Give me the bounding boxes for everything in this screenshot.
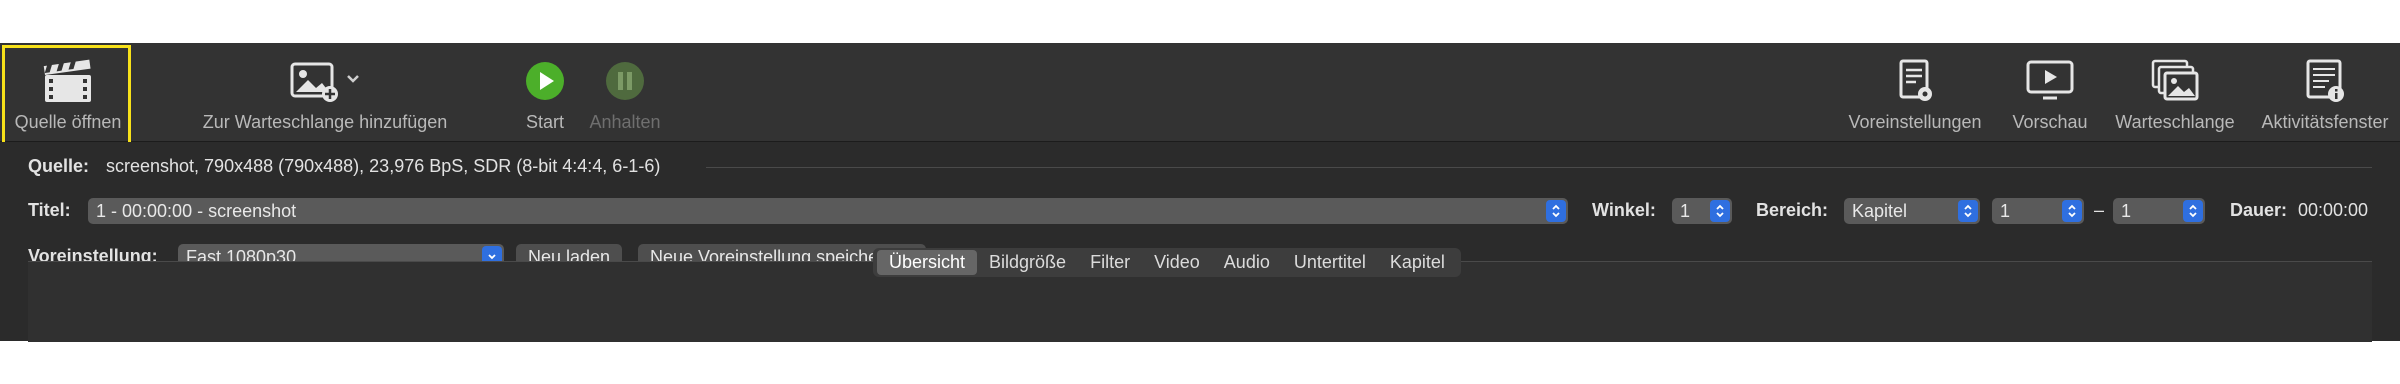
add-to-queue-label: Zur Warteschlange hinzufügen — [202, 112, 448, 132]
updown-chevron-icon — [1546, 200, 1566, 222]
tab-video[interactable]: Video — [1142, 250, 1212, 275]
tab-dimensions[interactable]: Bildgröße — [977, 250, 1078, 275]
tab-overview[interactable]: Übersicht — [877, 250, 978, 275]
preview-monitor-icon — [2025, 53, 2075, 109]
updown-chevron-icon — [1710, 200, 1730, 222]
presets-label: Voreinstellungen — [1848, 112, 1982, 132]
title-row: Titel: 1 - 00:00:00 - screenshot Winkel:… — [0, 196, 2400, 226]
app-window: Quelle öffnen Zur Warteschlange hinzufüg… — [0, 43, 2400, 342]
presets-button[interactable]: Voreinstellungen — [1840, 43, 1990, 141]
pause-button[interactable]: Anhalten — [580, 43, 670, 141]
range-end-value: 1 — [2121, 201, 2132, 221]
title-select[interactable]: 1 - 00:00:00 - screenshot — [88, 198, 1568, 224]
play-icon — [525, 53, 565, 109]
add-to-queue-button[interactable]: Zur Warteschlange hinzufügen — [190, 43, 460, 141]
preview-label: Vorschau — [2012, 112, 2088, 132]
tab-bar: Übersicht Bildgröße Filter Video Audio U… — [873, 248, 1461, 277]
title-label: Titel: — [28, 200, 71, 220]
range-type-value: Kapitel — [1852, 201, 1908, 221]
activity-button[interactable]: Aktivitätsfenster — [2255, 43, 2395, 141]
duration-value: 00:00:00 — [2298, 200, 2369, 220]
queue-pictures-icon — [2149, 53, 2201, 109]
duration-label: Dauer: — [2230, 200, 2288, 220]
source-label: Quelle: — [28, 156, 90, 176]
title-select-value: 1 - 00:00:00 - screenshot — [96, 201, 297, 221]
tab-audio[interactable]: Audio — [1212, 250, 1282, 275]
angle-select[interactable]: 1 — [1672, 198, 1732, 224]
range-type-select[interactable]: Kapitel — [1844, 198, 1980, 224]
updown-chevron-icon — [1958, 200, 1978, 222]
source-info: screenshot, 790x488 (790x488), 23,976 Bp… — [106, 156, 661, 176]
start-label: Start — [525, 112, 564, 132]
presets-document-gear-icon — [1893, 53, 1937, 109]
range-start-select[interactable]: 1 — [1992, 198, 2084, 224]
divider — [706, 167, 2372, 168]
queue-label: Warteschlange — [2115, 112, 2235, 132]
pause-label: Anhalten — [589, 112, 661, 132]
toolbar: Quelle öffnen Zur Warteschlange hinzufüg… — [0, 43, 2400, 148]
updown-chevron-icon — [2062, 200, 2082, 222]
angle-label: Winkel: — [1592, 200, 1656, 220]
tab-filters[interactable]: Filter — [1078, 250, 1142, 275]
source-row: Quelle: screenshot, 790x488 (790x488), 2… — [0, 152, 2400, 182]
activity-log-icon — [2302, 53, 2348, 109]
range-start-value: 1 — [2000, 201, 2011, 221]
updown-chevron-icon — [2183, 200, 2203, 222]
range-dash: – — [2094, 200, 2105, 220]
range-end-select[interactable]: 1 — [2113, 198, 2205, 224]
tab-subtitles[interactable]: Untertitel — [1282, 250, 1378, 275]
range-label: Bereich: — [1756, 200, 1829, 220]
queue-button[interactable]: Warteschlange — [2105, 43, 2245, 141]
tab-chapters[interactable]: Kapitel — [1378, 250, 1457, 275]
activity-label: Aktivitätsfenster — [2261, 112, 2389, 132]
add-picture-icon — [288, 53, 362, 109]
angle-select-value: 1 — [1680, 201, 1691, 221]
selection-highlight — [2, 45, 131, 148]
start-button[interactable]: Start — [515, 43, 575, 141]
preview-button[interactable]: Vorschau — [2005, 43, 2095, 141]
pause-icon — [605, 53, 645, 109]
